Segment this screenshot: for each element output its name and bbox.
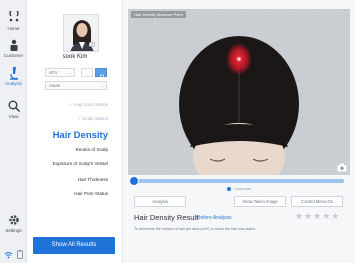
menu-keratin[interactable]: Keratin of Scalp	[76, 147, 108, 152]
result-title: Hair Density Result	[134, 213, 199, 222]
head-viewer: Hair Density Measure Point	[128, 9, 350, 175]
nav-analysis-label: Analysis	[5, 81, 22, 86]
nav-customer-label: Customer	[3, 53, 24, 58]
menu-pore[interactable]: Hair Pore Status	[74, 191, 108, 196]
gender-male-button[interactable]	[81, 68, 93, 77]
nav-settings-label: Settings	[5, 228, 22, 233]
microscope-icon	[9, 67, 18, 80]
race-select-value: Asian	[49, 83, 61, 88]
menu-pore-label: Hair Pore Status	[74, 191, 108, 196]
home-icon	[8, 11, 19, 22]
head-illustration	[128, 9, 350, 175]
rating-stars: ★★★★★	[295, 211, 341, 221]
app-root: Home Customer Analysis View Settings soo…	[0, 0, 355, 263]
menu-hair-density[interactable]: Hair Density	[53, 130, 108, 141]
measure-point-tag: Hair Density Measure Point	[131, 11, 186, 18]
result-description: To determine the number of hair per area…	[134, 227, 257, 231]
icon-rail: Home Customer Analysis View Settings	[0, 0, 27, 263]
age-select-value: 40's	[49, 70, 58, 75]
gender-female-button[interactable]	[95, 68, 107, 81]
control-menu-button[interactable]: Control Menu On	[291, 196, 343, 207]
show-taken-image-button[interactable]: Show Taken Image	[234, 196, 286, 207]
nav-customer[interactable]: Customer	[0, 38, 27, 58]
wifi-icon	[4, 252, 13, 259]
nav-home[interactable]: Home	[0, 11, 27, 31]
magnifier-icon	[8, 100, 20, 113]
customer-icon	[10, 39, 17, 51]
customer-legend-label: Customer	[234, 186, 252, 191]
nav-settings[interactable]: Settings	[0, 213, 27, 233]
menu-scalp-status[interactable]: ✓ Scalp Status	[77, 116, 108, 122]
camera-icon[interactable]	[89, 41, 95, 47]
legend: Customer	[227, 186, 251, 191]
nav-view-label: View	[8, 114, 19, 119]
age-select[interactable]: 40's ⌄	[45, 68, 75, 77]
profile-panel: sook Kim 40's ⌄ Asian ⌄ ✓ Hair Loss Stat…	[27, 0, 123, 263]
menu-vessel-label: Exposure of Scalp's Vessel	[52, 161, 108, 166]
main-area: Hair Density Measure Point Customer Anal…	[123, 0, 355, 263]
status-icons	[0, 246, 27, 263]
customer-legend-dot	[227, 186, 231, 191]
menu-keratin-label: Keratin of Scalp	[75, 147, 108, 152]
result-status: Before Analysis	[197, 215, 232, 221]
menu-vessel[interactable]: Exposure of Scalp's Vessel	[53, 161, 108, 166]
gear-icon	[8, 215, 19, 225]
chevron-down-icon: ⌄	[68, 70, 72, 75]
race-select[interactable]: Asian ⌄	[45, 81, 107, 90]
nav-view[interactable]: View	[0, 99, 27, 119]
avatar	[63, 14, 99, 52]
customer-name: sook Kim	[62, 54, 88, 60]
camera-icon[interactable]	[337, 163, 347, 172]
slider-handle[interactable]	[129, 176, 139, 186]
nav-home-label: Home	[7, 26, 20, 31]
chevron-down-icon: ⌄	[100, 83, 104, 88]
menu-hair-density-label: Hair Density	[52, 130, 108, 141]
image-slider[interactable]	[129, 176, 344, 186]
menu-scalp-status-label: Scalp Status	[82, 116, 108, 121]
battery-icon	[17, 250, 24, 259]
analysis-button[interactable]: Analysis	[134, 196, 186, 207]
menu-thickness-label: Hair Thickness	[77, 177, 108, 182]
nav-analysis[interactable]: Analysis	[0, 66, 27, 86]
menu-hair-loss-status-label: Hair Loss Status	[74, 102, 108, 107]
show-all-results-button[interactable]: Show All Results	[33, 237, 115, 254]
menu-thickness[interactable]: Hair Thickness	[78, 177, 108, 182]
menu-hair-loss-status[interactable]: ✓ Hair Loss Status	[69, 102, 108, 108]
